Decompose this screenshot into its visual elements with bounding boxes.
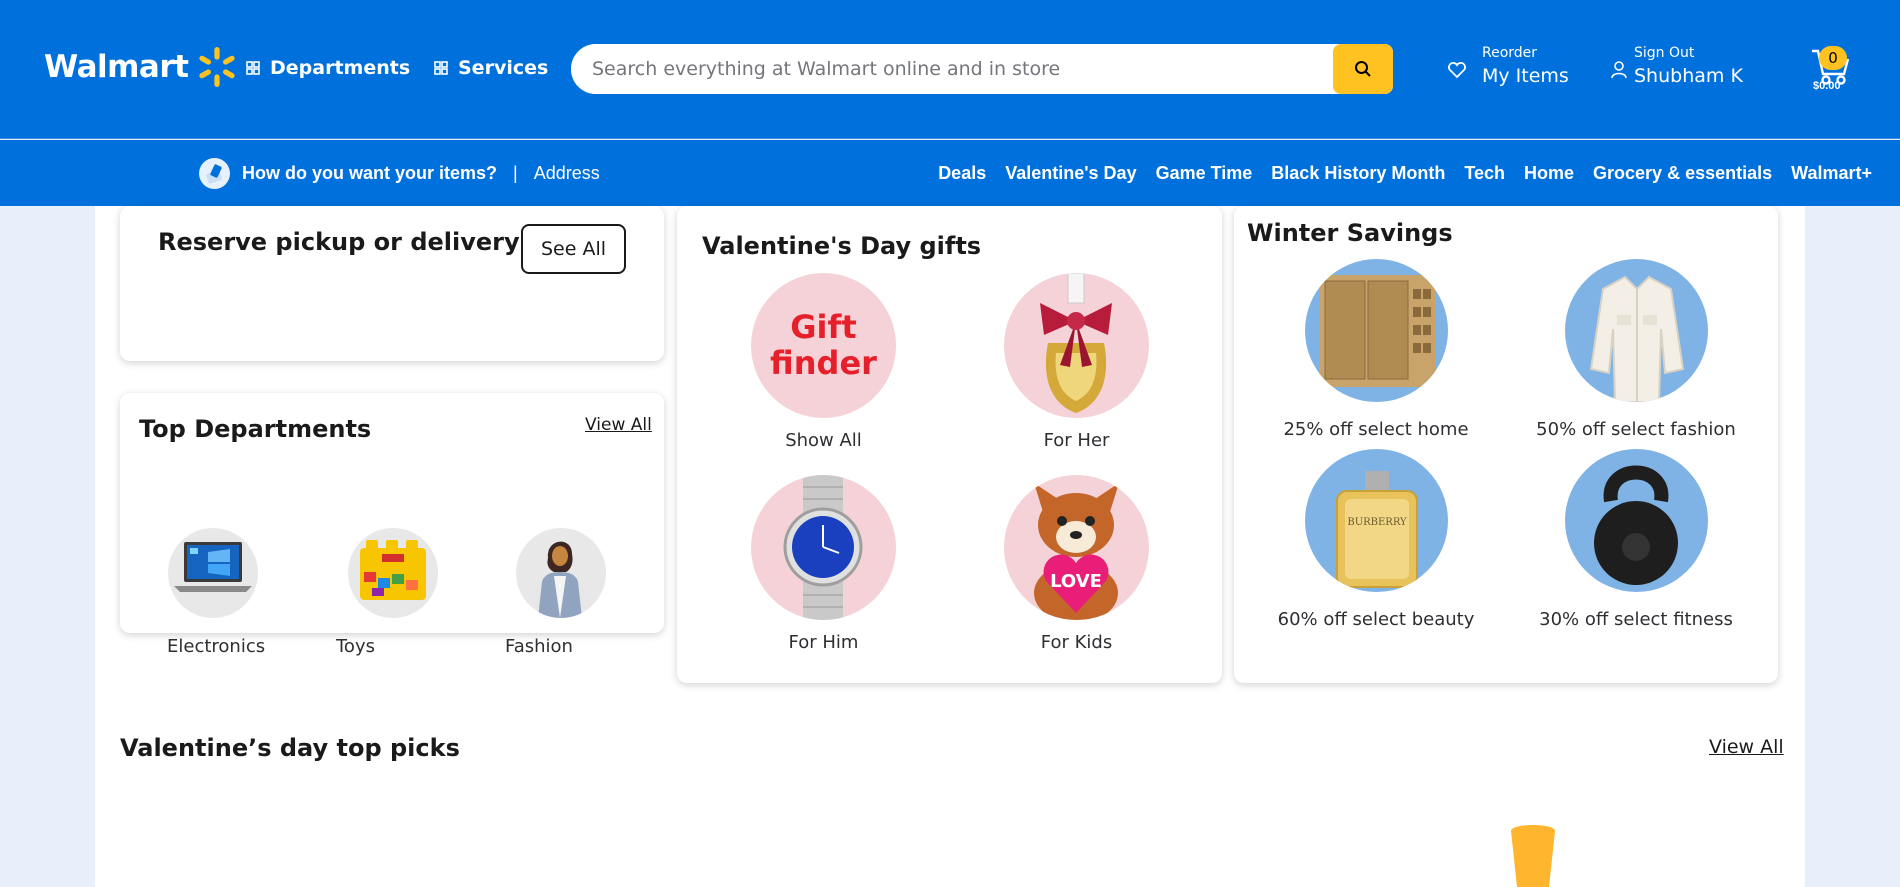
laptop-icon bbox=[174, 542, 252, 592]
user-icon bbox=[1611, 61, 1627, 79]
walmart-logo[interactable]: Walmart bbox=[44, 46, 238, 88]
sub-navigation: How do you want your items? | Address De… bbox=[0, 140, 1900, 206]
product-preview-image[interactable] bbox=[1505, 821, 1561, 887]
love-text: LOVE bbox=[1050, 571, 1102, 592]
reserve-card: Reserve pickup or delivery See All bbox=[120, 206, 664, 361]
reserve-title: Reserve pickup or delivery bbox=[158, 228, 520, 256]
logo-text: Walmart bbox=[44, 49, 189, 85]
beauty-deal-image[interactable]: BURBERRY bbox=[1305, 449, 1448, 592]
nav-link-deals[interactable]: Deals bbox=[938, 163, 986, 184]
for-him-image[interactable] bbox=[751, 475, 896, 620]
toys-image[interactable] bbox=[348, 528, 438, 618]
gift-label-for-kids[interactable]: For Kids bbox=[1004, 632, 1149, 653]
grid-icon bbox=[246, 61, 260, 75]
department-label-toys[interactable]: Toys bbox=[336, 636, 375, 657]
heart-icon bbox=[1448, 62, 1466, 79]
fulfillment-icon bbox=[199, 158, 230, 189]
account-link[interactable]: Sign Out Shubham K bbox=[1634, 45, 1743, 87]
gift-label-for-him[interactable]: For Him bbox=[751, 632, 896, 653]
department-label-electronics[interactable]: Electronics bbox=[167, 636, 265, 657]
winter-label-fashion[interactable]: 50% off select fashion bbox=[1526, 419, 1746, 440]
jacket-icon bbox=[1589, 275, 1685, 402]
gift-finder-line2: finder bbox=[770, 344, 877, 382]
reorder-link[interactable]: Reorder My Items bbox=[1482, 45, 1569, 87]
my-items-label: My Items bbox=[1482, 65, 1569, 87]
reorder-small-label: Reorder bbox=[1482, 45, 1538, 61]
nav-link-home[interactable]: Home bbox=[1524, 163, 1574, 184]
home-deal-image[interactable] bbox=[1305, 259, 1448, 402]
main-content: Reserve pickup or delivery See All Top D… bbox=[95, 206, 1805, 887]
kettlebell-icon bbox=[1594, 465, 1678, 585]
address-link[interactable]: Address bbox=[534, 163, 600, 184]
nav-link-black-history-month[interactable]: Black History Month bbox=[1271, 163, 1445, 184]
fitness-deal-image[interactable] bbox=[1565, 449, 1708, 592]
fashion-deal-image[interactable] bbox=[1565, 259, 1708, 402]
cabinet-icon bbox=[1319, 275, 1435, 399]
fashion-image[interactable] bbox=[516, 528, 606, 618]
cart-count-badge: 0 bbox=[1819, 46, 1847, 70]
departments-label: Departments bbox=[270, 57, 411, 79]
top-departments-title: Top Departments bbox=[139, 415, 372, 443]
fulfillment-separator: | bbox=[513, 163, 518, 183]
winter-savings-card: Winter Savings 25% off select home 50% o… bbox=[1234, 206, 1778, 683]
winter-title: Winter Savings bbox=[1247, 219, 1453, 247]
fulfillment-question: How do you want your items? bbox=[242, 163, 498, 183]
plush-fox-icon: LOVE bbox=[1034, 483, 1119, 620]
spark-icon bbox=[199, 47, 236, 87]
gift-finder-line1: Gift bbox=[790, 308, 857, 346]
top-departments-view-all[interactable]: View All bbox=[585, 415, 652, 435]
electronics-image[interactable] bbox=[168, 528, 258, 618]
for-her-image[interactable] bbox=[1004, 273, 1149, 418]
top-picks-title: Valentine’s day top picks bbox=[120, 734, 460, 762]
gift-finder-image[interactable]: Gift finder bbox=[751, 273, 896, 418]
nav-link-valentines-day[interactable]: Valentine's Day bbox=[1005, 163, 1136, 184]
gift-label-for-her[interactable]: For Her bbox=[1004, 430, 1149, 451]
valentines-gifts-card: Valentine's Day gifts Gift finder Show A… bbox=[677, 206, 1222, 683]
nav-link-walmart-plus[interactable]: Walmart+ bbox=[1791, 163, 1872, 184]
departments-button[interactable]: Departments bbox=[246, 57, 410, 79]
category-links: Deals Valentine's Day Game Time Black Hi… bbox=[938, 163, 1872, 184]
nav-link-grocery[interactable]: Grocery & essentials bbox=[1593, 163, 1772, 184]
services-label: Services bbox=[458, 57, 549, 79]
valentines-title: Valentine's Day gifts bbox=[702, 232, 982, 260]
winter-label-fitness[interactable]: 30% off select fitness bbox=[1526, 609, 1746, 630]
see-all-button[interactable]: See All bbox=[521, 224, 626, 274]
top-departments-card: Top Departments View All Electronics Toy… bbox=[120, 393, 664, 657]
fulfillment-selector[interactable]: How do you want your items? | Address bbox=[199, 158, 600, 189]
fragrance-bottle-icon: BURBERRY bbox=[1336, 471, 1418, 588]
search-icon bbox=[1355, 61, 1371, 77]
nav-link-tech[interactable]: Tech bbox=[1464, 163, 1505, 184]
top-picks-view-all[interactable]: View All bbox=[1709, 736, 1784, 758]
winter-label-beauty[interactable]: 60% off select beauty bbox=[1266, 609, 1486, 630]
gift-finder-text: Gift finder bbox=[751, 309, 896, 381]
watch-icon bbox=[783, 475, 863, 620]
perfume-bottle-icon bbox=[1040, 273, 1112, 413]
cart-total: $0.00 bbox=[1813, 80, 1841, 92]
for-kids-image[interactable]: LOVE bbox=[1004, 475, 1149, 620]
fashion-model-icon bbox=[538, 541, 582, 618]
search-button[interactable] bbox=[1333, 44, 1393, 94]
search-bar bbox=[571, 44, 1393, 94]
winter-label-home[interactable]: 25% off select home bbox=[1266, 419, 1486, 440]
department-label-fashion[interactable]: Fashion bbox=[505, 636, 573, 657]
perfume-brand-text: BURBERRY bbox=[1347, 517, 1407, 528]
gift-label-show-all[interactable]: Show All bbox=[751, 430, 896, 451]
search-input[interactable] bbox=[571, 44, 1331, 94]
nav-link-game-time[interactable]: Game Time bbox=[1156, 163, 1253, 184]
user-name: Shubham K bbox=[1634, 65, 1743, 87]
header: Walmart Departments Services Search ever… bbox=[0, 0, 1900, 139]
lego-bricks-icon bbox=[360, 540, 426, 600]
grid-icon bbox=[434, 61, 448, 75]
sign-out-label: Sign Out bbox=[1634, 45, 1695, 61]
services-button[interactable]: Services bbox=[434, 57, 548, 79]
